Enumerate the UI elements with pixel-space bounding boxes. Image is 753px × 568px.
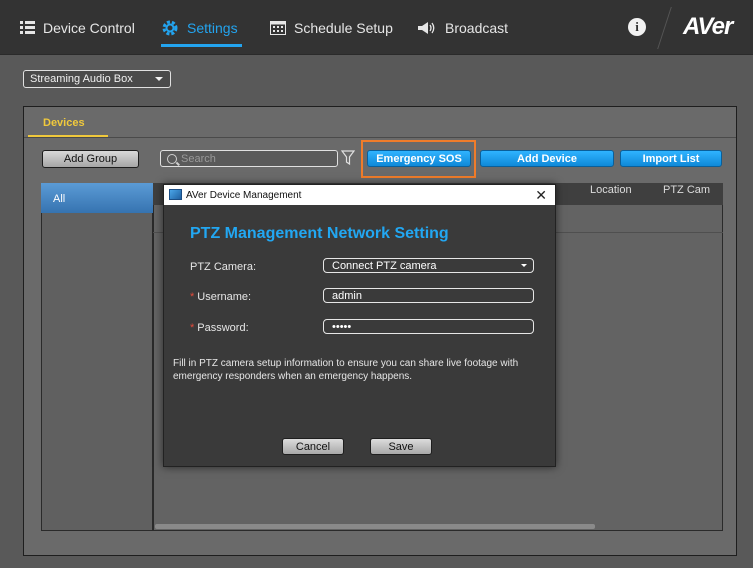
search-placeholder: Search: [181, 152, 216, 165]
tab-divider: [24, 137, 736, 138]
nav-broadcast[interactable]: Broadcast: [417, 0, 508, 55]
search-icon: [167, 153, 177, 164]
nav-label: Broadcast: [445, 19, 509, 36]
top-nav: Device Control Settings Schedule Setup B…: [0, 0, 753, 55]
calendar-icon: [270, 20, 286, 35]
password-field[interactable]: •••••: [323, 319, 534, 334]
ptz-camera-select[interactable]: Connect PTZ camera: [323, 258, 534, 273]
username-field[interactable]: admin: [323, 288, 534, 303]
ptz-camera-label: PTZ Camera:: [190, 261, 257, 273]
nav-label: Schedule Setup: [294, 19, 393, 36]
chevron-down-icon: [521, 264, 527, 267]
username-label-text: Username:: [197, 291, 252, 303]
column-location[interactable]: Location: [590, 184, 632, 196]
cancel-button[interactable]: Cancel: [282, 438, 344, 455]
tab-devices[interactable]: Devices: [23, 116, 108, 137]
ptz-setting-dialog: AVer Device Management ✕ PTZ Management …: [163, 184, 556, 467]
highlight-box: [361, 140, 476, 178]
password-label-text: Password:: [197, 322, 249, 334]
add-group-button[interactable]: Add Group: [42, 150, 139, 168]
ptz-camera-value: Connect PTZ camera: [332, 259, 437, 272]
required-mark: *: [190, 291, 195, 303]
app-icon: [169, 189, 182, 200]
add-device-button[interactable]: Add Device: [480, 150, 614, 167]
device-type-value: Streaming Audio Box: [30, 73, 133, 85]
list-icon: [20, 21, 35, 34]
group-list: [41, 183, 153, 531]
column-ptz-camera[interactable]: PTZ Cam: [663, 184, 710, 196]
save-button[interactable]: Save: [370, 438, 432, 455]
import-list-button[interactable]: Import List: [620, 150, 722, 167]
aver-logo: AVer: [683, 13, 733, 40]
horizontal-scrollbar[interactable]: [155, 524, 595, 529]
chevron-down-icon: [155, 77, 163, 81]
nav-label: Device Control: [43, 19, 135, 36]
dialog-heading: PTZ Management Network Setting: [190, 225, 449, 242]
required-mark: *: [190, 322, 195, 334]
password-value: •••••: [332, 320, 352, 333]
nav-device-control[interactable]: Device Control: [20, 0, 135, 55]
nav-settings[interactable]: Settings: [161, 0, 242, 55]
nav-divider: [657, 7, 672, 49]
close-icon[interactable]: ✕: [535, 187, 547, 204]
dialog-titlebar: AVer Device Management ✕: [164, 185, 555, 205]
nav-schedule-setup[interactable]: Schedule Setup: [270, 0, 393, 55]
dialog-note: Fill in PTZ camera setup information to …: [173, 358, 519, 382]
password-label: * Password:: [190, 322, 249, 334]
username-value: admin: [332, 289, 362, 302]
info-icon[interactable]: i: [628, 18, 646, 36]
megaphone-icon: [417, 21, 437, 35]
group-all[interactable]: All: [41, 183, 153, 213]
nav-label: Settings: [187, 19, 238, 36]
device-type-select[interactable]: Streaming Audio Box: [23, 70, 171, 88]
dialog-window-title: AVer Device Management: [186, 189, 302, 201]
username-label: * Username:: [190, 291, 251, 303]
gear-icon: [161, 19, 179, 37]
filter-icon[interactable]: [340, 150, 356, 166]
search-input[interactable]: Search: [160, 150, 338, 167]
active-tab-indicator: [161, 44, 242, 47]
